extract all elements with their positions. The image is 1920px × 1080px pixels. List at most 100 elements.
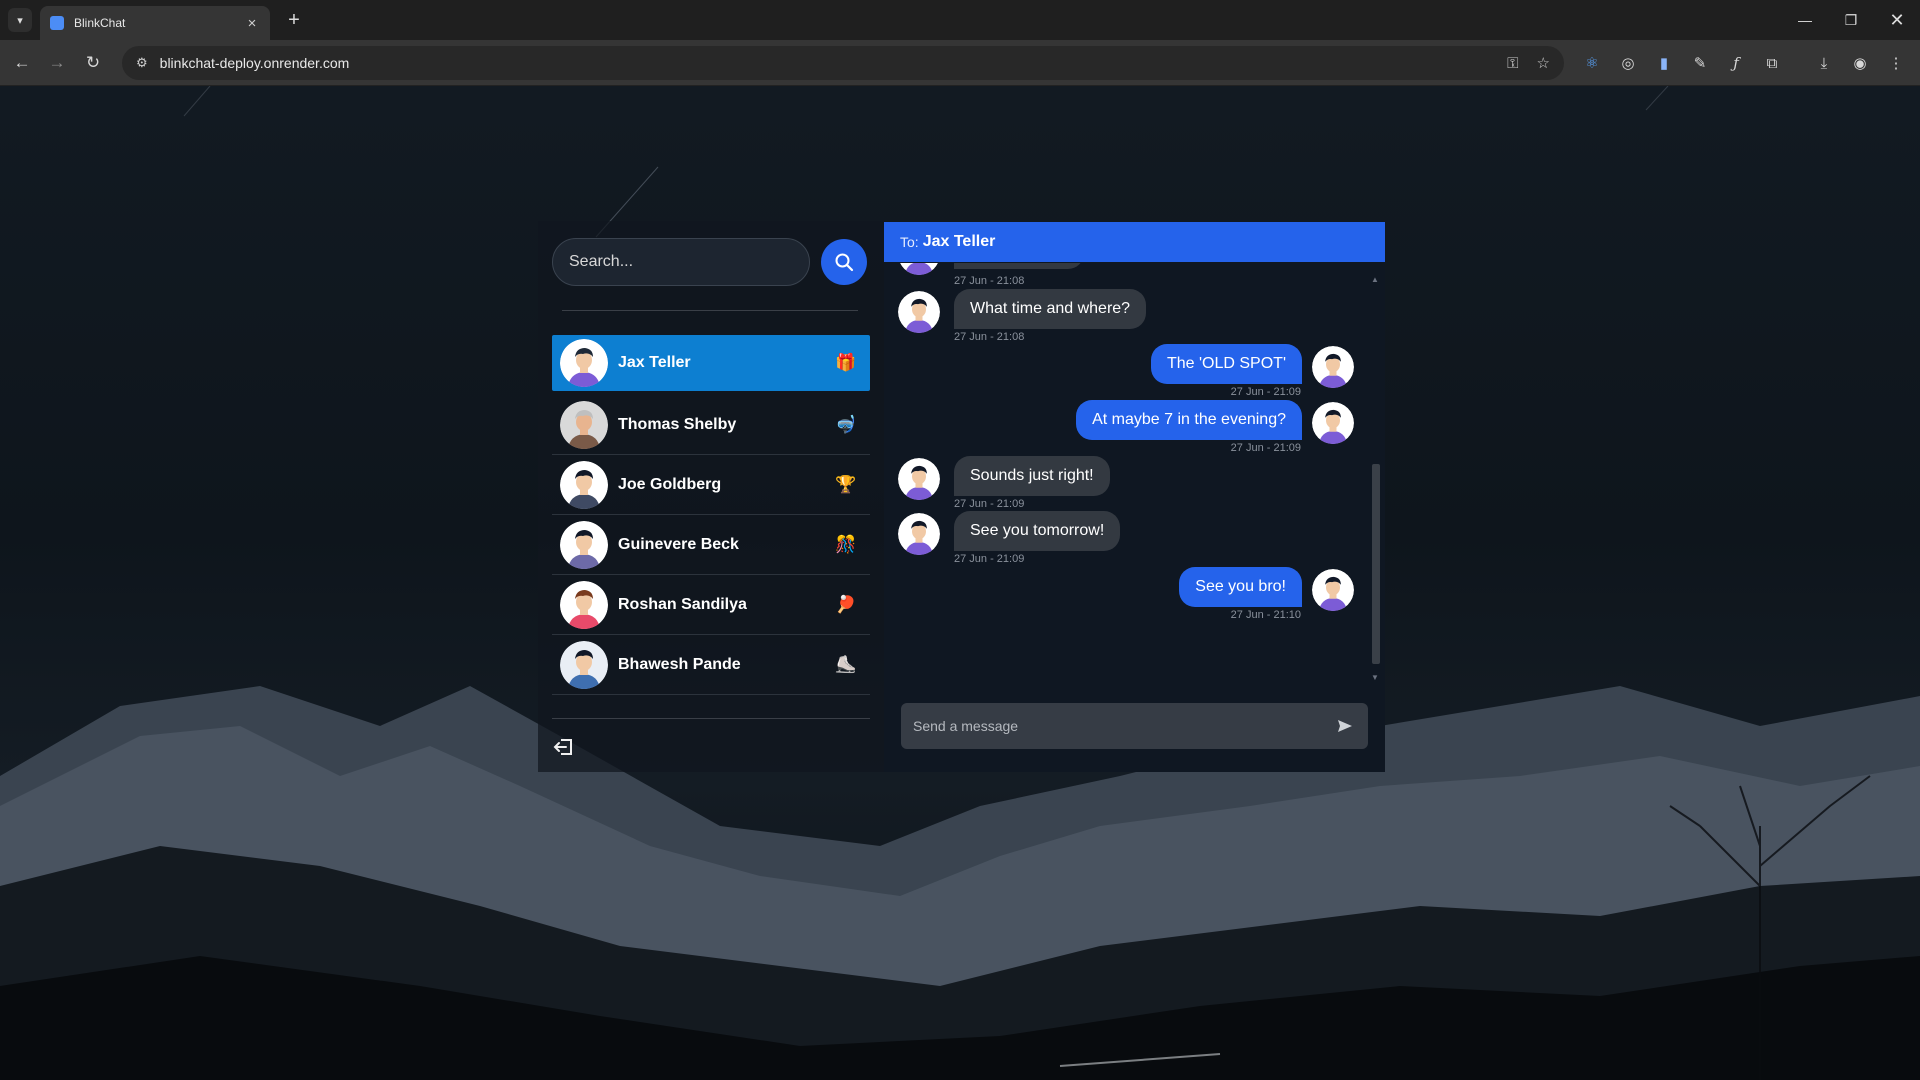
message-scrollbar[interactable] bbox=[1372, 464, 1380, 664]
search-divider bbox=[562, 310, 858, 311]
outgoing-message: At maybe 7 in the evening? bbox=[1076, 400, 1302, 440]
back-button[interactable]: ← bbox=[10, 51, 34, 75]
contact-item[interactable]: Joe Goldberg 🏆 bbox=[552, 455, 870, 515]
search-button[interactable] bbox=[821, 239, 867, 285]
avatar bbox=[560, 400, 608, 449]
incoming-message: See you tomorrow! bbox=[954, 511, 1121, 551]
logout-button[interactable] bbox=[552, 735, 576, 759]
outgoing-message: See you bro! bbox=[1179, 567, 1302, 607]
sidebar-footer-divider bbox=[552, 718, 870, 719]
download-icon[interactable]: ⤓ bbox=[1812, 51, 1836, 75]
partial-message-bubble bbox=[954, 263, 1084, 269]
profile-icon[interactable]: ◉ bbox=[1848, 51, 1872, 75]
avatar bbox=[560, 460, 608, 509]
contact-item[interactable]: Guinevere Beck 🎊 bbox=[552, 515, 870, 575]
reload-button[interactable]: ↻ bbox=[81, 51, 105, 75]
contact-name: Roshan Sandilya bbox=[618, 595, 747, 613]
contact-emoji-icon: ⛸️ bbox=[835, 654, 857, 674]
contact-emoji-icon: 🏆 bbox=[835, 474, 857, 494]
message-timestamp: 27 Jun - 21:08 bbox=[954, 331, 1025, 343]
contact-avatar bbox=[898, 458, 940, 500]
contact-avatar bbox=[898, 263, 940, 275]
browser-menu-icon[interactable]: ⋮ bbox=[1884, 51, 1908, 75]
avatar bbox=[560, 580, 608, 629]
message-timestamp: 27 Jun - 21:08 bbox=[954, 275, 1025, 287]
tab-title: BlinkChat bbox=[74, 16, 126, 30]
new-tab-button[interactable]: + bbox=[282, 8, 306, 32]
avatar bbox=[560, 520, 608, 569]
message-composer bbox=[901, 703, 1368, 749]
contact-list: Jax Teller 🎁 Thomas Shelby 🤿 Joe Goldberg 🏆 Gu… bbox=[552, 335, 870, 695]
my-avatar bbox=[1312, 346, 1354, 388]
contact-emoji-icon: 🎊 bbox=[835, 534, 857, 554]
extensions-puzzle-icon[interactable]: ⧉ bbox=[1760, 51, 1784, 75]
search-field[interactable] bbox=[552, 238, 810, 286]
browser-tab[interactable]: BlinkChat × bbox=[40, 6, 270, 40]
contact-emoji-icon: 🎁 bbox=[835, 353, 857, 372]
avatar bbox=[560, 339, 608, 387]
contact-name: Joe Goldberg bbox=[618, 475, 722, 493]
contact-item[interactable]: Bhawesh Pande ⛸️ bbox=[552, 635, 870, 695]
contact-emoji-icon: 🏓 bbox=[835, 594, 857, 614]
scroll-up-arrow-icon[interactable]: ▲ bbox=[1371, 275, 1379, 284]
scroll-down-arrow-icon[interactable]: ▼ bbox=[1371, 673, 1379, 682]
message-bubble: Sounds just right! bbox=[954, 456, 1110, 496]
to-label: To: bbox=[900, 234, 919, 250]
url-text: blinkchat-deploy.onrender.com bbox=[159, 55, 350, 71]
color-picker-icon[interactable]: ✎ bbox=[1688, 51, 1712, 75]
my-avatar bbox=[1312, 402, 1354, 444]
contact-name: Jax Teller bbox=[618, 354, 691, 371]
message-timestamp: 27 Jun - 21:10 bbox=[1230, 609, 1301, 621]
message-timestamp: 27 Jun - 21:09 bbox=[954, 498, 1025, 510]
restore-button[interactable]: ❐ bbox=[1836, 8, 1866, 32]
site-info-icon[interactable]: ⚙ bbox=[136, 55, 148, 71]
tab-close-icon[interactable]: × bbox=[244, 15, 260, 32]
message-timestamp: 27 Jun - 21:09 bbox=[1230, 442, 1301, 454]
message-bubble: At maybe 7 in the evening? bbox=[1076, 400, 1302, 440]
my-avatar bbox=[1312, 569, 1354, 611]
contact-item[interactable]: Roshan Sandilya 🏓 bbox=[552, 575, 870, 635]
incoming-message: Sounds just right! bbox=[954, 456, 1110, 496]
contact-item[interactable]: Jax Teller 🎁 bbox=[552, 335, 870, 391]
message-bubble: What time and where? bbox=[954, 289, 1147, 329]
browser-toolbar: ← → ↻ ⚙ blinkchat-deploy.onrender.com ⚿ … bbox=[0, 40, 1920, 86]
contact-name: Thomas Shelby bbox=[618, 415, 737, 433]
extension-docs-icon[interactable]: ▮ bbox=[1652, 51, 1676, 75]
extension-target-icon[interactable]: ◎ bbox=[1616, 51, 1640, 75]
chat-favicon-icon bbox=[50, 16, 64, 30]
message-timestamp: 27 Jun - 21:09 bbox=[1230, 386, 1301, 398]
chat-header: To: Jax Teller bbox=[884, 222, 1385, 262]
contact-item[interactable]: Thomas Shelby 🤿 bbox=[552, 395, 870, 455]
minimize-button[interactable]: — bbox=[1790, 8, 1820, 32]
send-icon bbox=[1338, 720, 1352, 732]
chat-panel: To: Jax Teller 27 Jun - 21:08 What time … bbox=[884, 222, 1385, 772]
message-bubble: See you bro! bbox=[1179, 567, 1302, 607]
send-button[interactable] bbox=[1334, 715, 1356, 737]
logout-icon bbox=[553, 739, 572, 755]
bookmark-star-icon[interactable]: ☆ bbox=[1537, 54, 1550, 72]
browser-tab-bar: ▾ BlinkChat × + — ❐ ✕ bbox=[0, 0, 1920, 40]
contact-avatar bbox=[898, 291, 940, 333]
password-key-icon[interactable]: ⚿ bbox=[1507, 55, 1518, 72]
outgoing-message: The 'OLD SPOT' bbox=[1150, 344, 1302, 384]
message-timestamp: 27 Jun - 21:09 bbox=[954, 553, 1025, 565]
recipient-name: Jax Teller bbox=[922, 233, 996, 250]
message-list[interactable]: 27 Jun - 21:08 What time and where? 27 Ju… bbox=[884, 263, 1385, 693]
contact-name: Guinevere Beck bbox=[618, 535, 739, 553]
address-bar[interactable]: ⚙ blinkchat-deploy.onrender.com ⚿ ☆ bbox=[122, 46, 1564, 80]
contact-name: Bhawesh Pande bbox=[618, 655, 741, 673]
contact-avatar bbox=[898, 513, 940, 555]
message-input[interactable] bbox=[913, 718, 1334, 734]
react-devtools-icon[interactable]: ⚛ bbox=[1580, 51, 1604, 75]
contact-emoji-icon: 🤿 bbox=[835, 414, 857, 434]
search-input[interactable] bbox=[553, 239, 809, 285]
avatar bbox=[560, 640, 608, 689]
contacts-sidebar: Jax Teller 🎁 Thomas Shelby 🤿 Joe Goldberg 🏆 Gu… bbox=[538, 221, 884, 772]
window-close-button[interactable]: ✕ bbox=[1882, 8, 1912, 32]
forward-button[interactable]: → bbox=[45, 51, 69, 75]
formula-icon[interactable]: ƒ bbox=[1724, 51, 1748, 75]
incoming-message: What time and where? bbox=[954, 289, 1147, 329]
search-icon bbox=[835, 253, 854, 272]
message-bubble: See you tomorrow! bbox=[954, 511, 1121, 551]
tab-search-button[interactable]: ▾ bbox=[8, 8, 32, 32]
